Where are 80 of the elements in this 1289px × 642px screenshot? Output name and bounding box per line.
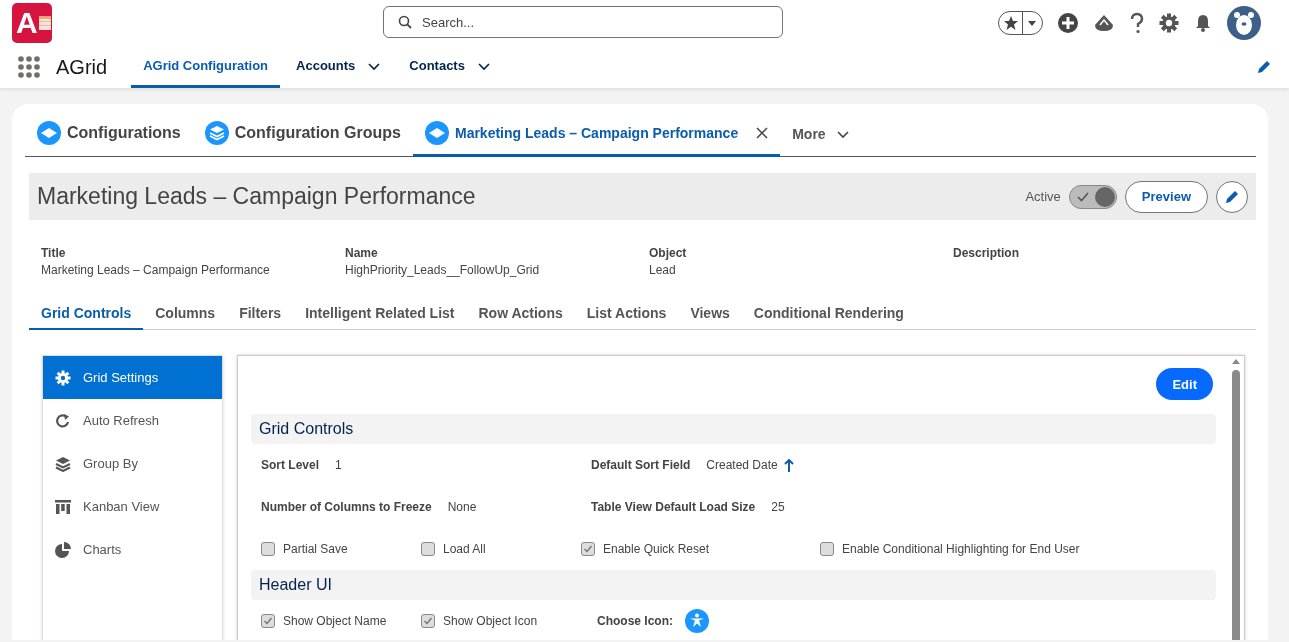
search-field[interactable]: Search... — [420, 13, 782, 31]
app-logo[interactable]: A — [12, 3, 52, 43]
field-value: HighPriority_Leads__FollowUp_Grid — [345, 263, 541, 277]
status-label: Active — [1025, 189, 1061, 204]
section-tab[interactable]: Intelligent Related List — [293, 297, 467, 330]
field-label: Description — [953, 246, 1020, 260]
field-label: Sort Level — [261, 458, 320, 472]
field-value: Created Date — [706, 458, 794, 472]
edit-button[interactable] — [1216, 180, 1248, 213]
nav-tab[interactable]: Accounts — [284, 46, 394, 88]
field-label: Name — [345, 246, 379, 260]
field-value: None — [447, 500, 477, 514]
side-menu-item[interactable]: Kanban View — [43, 485, 222, 528]
side-menu-item[interactable]: Charts — [43, 528, 222, 571]
kanban-icon — [55, 498, 71, 515]
section-tab[interactable]: Row Actions — [466, 297, 575, 330]
close-icon[interactable] — [756, 127, 769, 139]
edit-icon[interactable] — [1257, 60, 1271, 74]
pencil-icon — [1225, 189, 1239, 204]
checkbox[interactable] — [421, 542, 435, 556]
checkbox-label: Show Object Icon — [443, 614, 538, 628]
record-tab[interactable]: Configuration Groups — [192, 112, 413, 157]
field-value: 1 — [335, 458, 342, 472]
search-icon — [398, 15, 412, 29]
record-tab[interactable]: Configurations — [25, 112, 193, 157]
avatar-icon[interactable] — [1227, 6, 1261, 40]
section-header: Grid Controls — [251, 414, 1216, 444]
settings-icon — [55, 369, 71, 386]
nav-tab[interactable]: AGrid Configuration — [131, 46, 281, 88]
section-tab[interactable]: Views — [678, 297, 742, 330]
app-name: AGrid — [56, 54, 108, 80]
field-label: Table View Default Load Size — [591, 500, 756, 514]
record-title: Marketing Leads – Campaign Performance — [37, 183, 476, 210]
field-label: Default Sort Field — [591, 458, 691, 472]
side-menu-item[interactable]: Group By — [43, 442, 222, 485]
side-menu-item[interactable]: Grid Settings — [43, 356, 222, 399]
accessibility-icon[interactable] — [685, 609, 709, 633]
section-tab[interactable]: Grid Controls — [29, 297, 144, 330]
nav-tab[interactable]: Contacts — [397, 46, 503, 88]
app-launcher-icon[interactable] — [18, 56, 40, 78]
field-label: Choose Icon: — [597, 614, 673, 628]
field-value: Lead — [649, 263, 677, 277]
table-icon — [38, 15, 51, 31]
preview-button[interactable]: Preview — [1124, 180, 1208, 213]
checkbox[interactable] — [421, 614, 435, 628]
field-label: Title — [41, 246, 67, 260]
field-value: Marketing Leads – Campaign Performance — [41, 263, 271, 277]
edit-button[interactable]: Edit — [1156, 368, 1213, 400]
checkbox[interactable] — [261, 614, 275, 628]
section-header: Header UI — [251, 570, 1216, 600]
record-tab[interactable]: Marketing Leads – Campaign Performance — [412, 112, 781, 157]
add-icon[interactable] — [1057, 12, 1079, 34]
checkbox-label: Load All — [443, 542, 486, 556]
trailhead-icon[interactable] — [1093, 13, 1115, 33]
active-toggle[interactable] — [1068, 184, 1117, 209]
help-icon[interactable] — [1129, 12, 1145, 34]
checkbox[interactable] — [261, 542, 275, 556]
checkbox[interactable] — [820, 542, 834, 556]
side-menu-item[interactable]: Auto Refresh — [43, 399, 222, 442]
more-tab[interactable]: More — [780, 112, 862, 156]
settings-icon[interactable] — [1159, 13, 1179, 33]
pie-chart-icon — [55, 541, 71, 558]
field-label: Number of Columns to Freeze — [261, 500, 432, 514]
checkbox-label: Show Object Name — [283, 614, 387, 628]
layers-icon — [204, 121, 229, 145]
checkbox-label: Enable Quick Reset — [603, 542, 710, 556]
section-tab[interactable]: Conditional Rendering — [741, 297, 916, 330]
checkbox-label: Partial Save — [283, 542, 348, 556]
search-box[interactable]: Search... — [383, 6, 783, 38]
checkbox[interactable] — [581, 542, 595, 556]
field-label: Object — [649, 246, 688, 260]
check-icon — [1076, 190, 1089, 203]
star-icon — [1003, 15, 1019, 31]
section-tab[interactable]: Columns — [143, 297, 228, 330]
section-tab[interactable]: Filters — [227, 297, 294, 330]
section-tab[interactable]: List Actions — [574, 297, 679, 330]
field-value: 25 — [771, 500, 785, 514]
refresh-icon — [55, 412, 71, 429]
layers-icon — [55, 455, 71, 472]
checkbox-label: Enable Conditional Highlighting for End User — [842, 542, 1080, 556]
